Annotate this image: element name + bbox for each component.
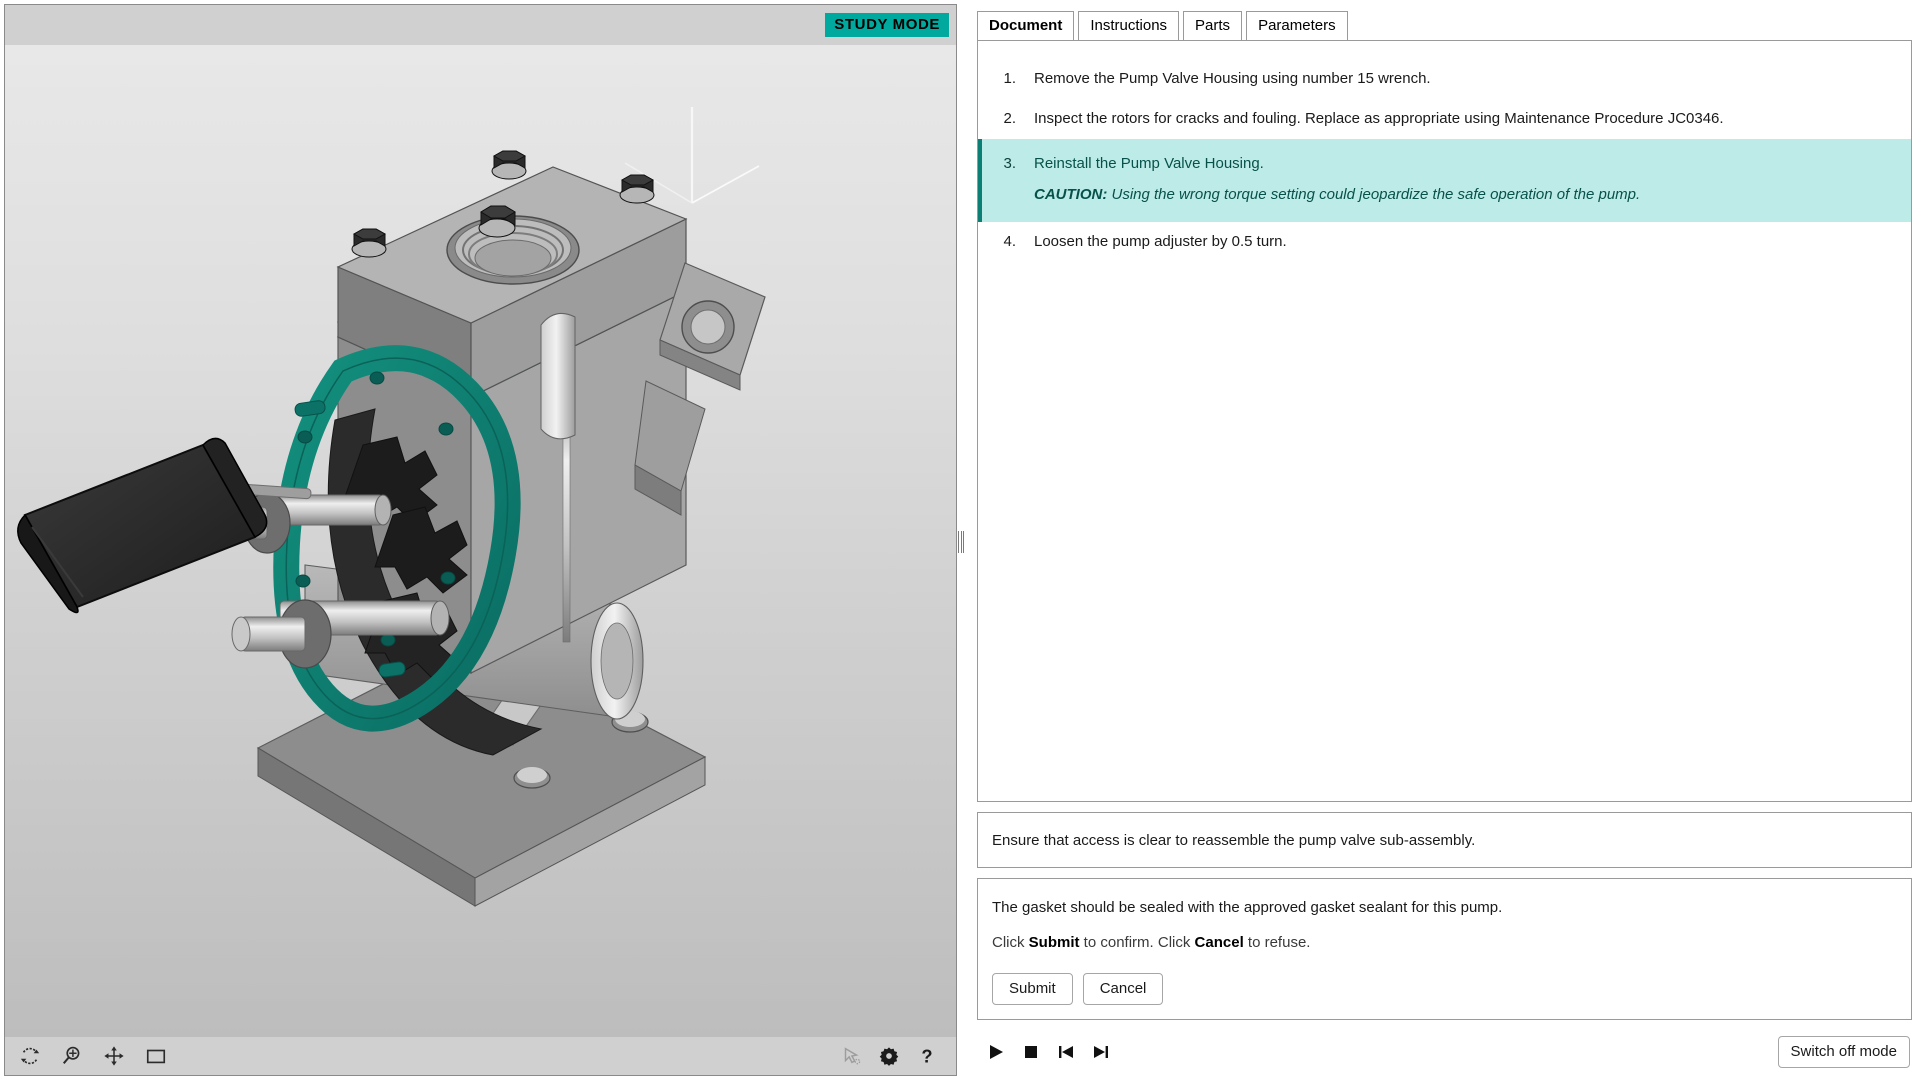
prompt-middle: to confirm. Click	[1080, 934, 1195, 951]
step-number: 4.	[978, 231, 1034, 253]
previous-button[interactable]	[1057, 1043, 1075, 1061]
info-text: Ensure that access is clear to reassembl…	[992, 832, 1475, 849]
dialog-buttons: Submit Cancel	[992, 973, 1897, 1005]
help-icon[interactable]: ?	[916, 1045, 938, 1067]
step-text: Inspect the rotors for cracks and foulin…	[1034, 108, 1889, 130]
play-button[interactable]	[987, 1043, 1005, 1061]
dialog-prompt: Click Submit to confirm. Click Cancel to…	[992, 934, 1897, 951]
procedure-step[interactable]: 4. Loosen the pump adjuster by 0.5 turn.	[978, 222, 1911, 262]
playback-controls	[977, 1043, 1110, 1061]
panel-splitter[interactable]	[957, 0, 965, 1080]
procedure-step[interactable]: 1. Remove the Pump Valve Housing using n…	[978, 59, 1911, 99]
document-pane[interactable]: 1. Remove the Pump Valve Housing using n…	[977, 40, 1912, 802]
step-number: 2.	[978, 108, 1034, 130]
tab-strip: Document Instructions Parts Parameters	[965, 4, 1912, 40]
step-text: Loosen the pump adjuster by 0.5 turn.	[1034, 231, 1889, 253]
confirmation-dialog: The gasket should be sealed with the app…	[977, 878, 1912, 1020]
content-panel: Document Instructions Parts Parameters 1…	[965, 0, 1920, 1080]
splitter-line	[963, 531, 964, 553]
caution-text: Using the wrong torque setting could jeo…	[1107, 186, 1640, 203]
study-mode-badge: STUDY MODE	[825, 13, 949, 37]
pump-assembly-model[interactable]	[5, 45, 956, 1037]
procedure-step-list: 1. Remove the Pump Valve Housing using n…	[978, 41, 1911, 262]
info-pane: Ensure that access is clear to reassembl…	[977, 812, 1912, 868]
splitter-line	[961, 531, 962, 553]
step-text: Remove the Pump Valve Housing using numb…	[1034, 68, 1889, 90]
cancel-button[interactable]: Cancel	[1083, 973, 1164, 1005]
prompt-prefix: Click	[992, 934, 1029, 951]
rotate-icon[interactable]	[19, 1045, 41, 1067]
gear-icon[interactable]	[878, 1045, 900, 1067]
stop-button[interactable]	[1022, 1043, 1040, 1061]
viewer-frame: STUDY MODE	[4, 4, 957, 1076]
splitter-line	[958, 531, 959, 553]
pick-cursor-icon[interactable]	[840, 1045, 862, 1067]
procedure-step-active[interactable]: 3. Reinstall the Pump Valve Housing. CAU…	[978, 139, 1911, 223]
next-button[interactable]	[1092, 1043, 1110, 1061]
submit-button[interactable]: Submit	[992, 973, 1073, 1005]
pan-icon[interactable]	[103, 1045, 125, 1067]
tab-parts[interactable]: Parts	[1183, 11, 1242, 42]
dialog-message: The gasket should be sealed with the app…	[992, 897, 1897, 918]
application-window: STUDY MODE	[0, 0, 1920, 1080]
svg-text:?: ?	[921, 1045, 932, 1066]
viewer-top-toolbar: STUDY MODE	[5, 5, 956, 45]
step-number: 1.	[978, 68, 1034, 90]
viewer-bottom-toolbar: ?	[5, 1037, 956, 1075]
splitter-handle[interactable]	[958, 531, 964, 553]
zoom-icon[interactable]	[61, 1045, 83, 1067]
caution-note: CAUTION: Using the wrong torque setting …	[1034, 184, 1889, 206]
prompt-submit-word: Submit	[1029, 934, 1080, 951]
tab-document[interactable]: Document	[977, 11, 1074, 42]
tab-parameters[interactable]: Parameters	[1246, 11, 1348, 42]
tab-instructions[interactable]: Instructions	[1078, 11, 1179, 42]
viewer-panel: STUDY MODE	[0, 0, 957, 1080]
3d-viewport[interactable]	[5, 45, 956, 1037]
playback-bar: Switch off mode	[977, 1028, 1912, 1076]
switch-off-mode-button[interactable]: Switch off mode	[1778, 1036, 1910, 1068]
procedure-step[interactable]: 2. Inspect the rotors for cracks and fou…	[978, 99, 1911, 139]
step-number: 3.	[982, 153, 1034, 175]
prompt-suffix: to refuse.	[1244, 934, 1311, 951]
prompt-cancel-word: Cancel	[1195, 934, 1244, 951]
caution-label: CAUTION:	[1034, 186, 1107, 203]
fit-view-icon[interactable]	[145, 1045, 167, 1067]
step-text: Reinstall the Pump Valve Housing.	[1034, 153, 1889, 175]
